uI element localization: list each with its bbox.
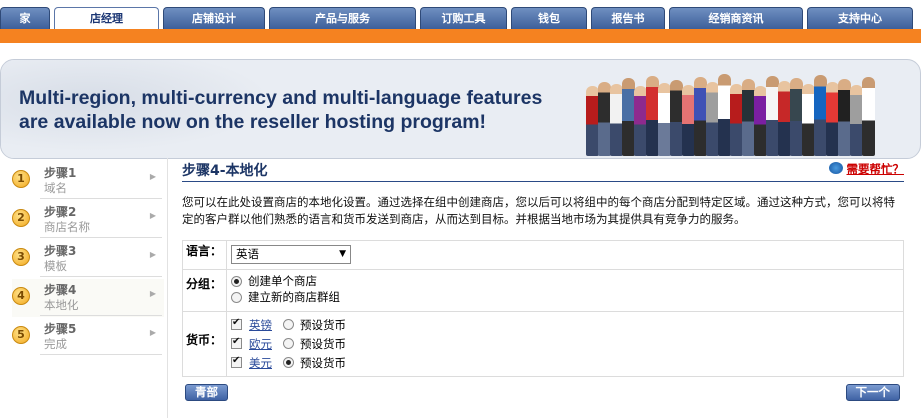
dropdown-arrow-icon: ▼ xyxy=(339,249,346,259)
tab-ordering-tools[interactable]: 订购工具 xyxy=(420,7,507,29)
tab-products-services[interactable]: 产品与服务 xyxy=(269,7,416,29)
currency-label: 货币： xyxy=(183,312,227,376)
language-field: 英语 ▼ xyxy=(227,241,903,269)
language-select-value: 英语 xyxy=(236,247,259,261)
step-number-badge: 4 xyxy=(12,287,30,305)
step-item-1[interactable]: 1 步骤1 域名 ▶ xyxy=(12,162,164,200)
banner-line-1: Multi-region, multi-currency and multi-l… xyxy=(19,87,543,109)
language-select[interactable]: 英语 ▼ xyxy=(231,245,351,264)
step-subtitle: 商店名称 xyxy=(44,220,90,234)
currency-checkbox[interactable] xyxy=(231,336,242,349)
tab-wallet[interactable]: 钱包 xyxy=(511,7,587,29)
step-subtitle: 域名 xyxy=(44,181,67,195)
tab-store-design[interactable]: 店铺设计 xyxy=(163,7,265,29)
default-currency-label: 预设货币 xyxy=(300,336,346,351)
tab-support-center[interactable]: 支持中心 xyxy=(807,7,913,29)
step-number-badge: 3 xyxy=(12,248,30,266)
currency-checkbox[interactable] xyxy=(231,317,242,330)
back-button[interactable]: 青部 xyxy=(185,384,228,401)
divider xyxy=(40,276,162,277)
group-option-new[interactable]: 建立新的商店群组 xyxy=(231,289,899,305)
tab-home[interactable]: 家 xyxy=(0,7,50,29)
step-item-5[interactable]: 5 步骤5 完成 ▶ xyxy=(12,318,164,356)
chevron-right-icon: ▶ xyxy=(149,289,156,298)
default-currency-radio[interactable] xyxy=(283,319,294,330)
currency-link[interactable]: 美元 xyxy=(249,355,283,371)
banner-text: Multi-region, multi-currency and multi-l… xyxy=(19,86,542,134)
step-title: 步骤1 xyxy=(44,166,77,180)
divider xyxy=(40,354,162,355)
tab-store-manager[interactable]: 店经理 xyxy=(54,7,159,30)
group-field: 创建单个商店 建立新的商店群组 xyxy=(227,270,903,311)
step-number-badge: 1 xyxy=(12,170,30,188)
step-item-4[interactable]: 4 步骤4 本地化 ▶ xyxy=(12,279,164,317)
title-divider xyxy=(182,181,904,182)
accent-bar xyxy=(0,29,921,43)
radio-button[interactable] xyxy=(231,275,242,287)
promo-banner: Multi-region, multi-currency and multi-l… xyxy=(0,59,921,159)
tab-strip: 家 店经理 店铺设计 产品与服务 订购工具 钱包 报告书 经销商资讯 支持中心 xyxy=(0,7,917,30)
default-currency-radio[interactable] xyxy=(283,338,294,349)
step-title: 步骤3 xyxy=(44,244,77,258)
chevron-right-icon: ▶ xyxy=(149,172,156,181)
group-option-label: 创建单个商店 xyxy=(248,274,317,288)
currency-checkbox[interactable] xyxy=(231,355,242,368)
currency-link[interactable]: 英镑 xyxy=(249,317,283,333)
currency-row: 货币： 英镑 预设货币 欧元 预设货币 xyxy=(183,312,903,376)
help-globe-icon xyxy=(828,162,843,174)
divider xyxy=(40,237,162,238)
group-option-single[interactable]: 创建单个商店 xyxy=(231,273,899,289)
currency-field: 英镑 预设货币 欧元 预设货币 美元 预设货币 xyxy=(227,312,903,376)
divider xyxy=(40,315,162,316)
page: 家 店经理 店铺设计 产品与服务 订购工具 钱包 报告书 经销商资讯 支持中心 … xyxy=(0,0,921,418)
help-link-label: 需要帮忙？ xyxy=(846,162,905,176)
step-title: 步骤4 xyxy=(44,283,77,297)
group-row: 分组： 创建单个商店 建立新的商店群组 xyxy=(183,270,903,312)
people-photo xyxy=(586,66,911,156)
tab-reports[interactable]: 报告书 xyxy=(591,7,665,29)
step-title: 步骤5 xyxy=(44,322,77,336)
language-label: 语言： xyxy=(183,241,227,269)
default-currency-label: 预设货币 xyxy=(300,317,346,332)
currency-link[interactable]: 欧元 xyxy=(249,336,283,352)
localization-form: 语言： 英语 ▼ 分组： 创建单个商店 建立新的商店群组 货币： ✔ 英镑 预设… xyxy=(182,240,904,377)
step-subtitle: 本地化 xyxy=(44,298,79,312)
tab-reseller-info[interactable]: 经销商资讯 xyxy=(669,7,803,29)
chevron-right-icon: ▶ xyxy=(149,211,156,220)
currency-item-gbp: 英镑 预设货币 xyxy=(231,315,899,334)
group-label: 分组： xyxy=(183,270,227,311)
help-link[interactable]: 需要帮忙？ xyxy=(828,161,905,177)
step-list: 1 步骤1 域名 ▶ 2 步骤2 商店名称 ▶ 3 步骤3 模板 ▶ 4 步骤4… xyxy=(0,158,168,418)
next-button[interactable]: 下一个 xyxy=(845,384,900,401)
group-option-label: 建立新的商店群组 xyxy=(248,290,340,304)
language-row: 语言： 英语 ▼ xyxy=(183,241,903,270)
step-number-badge: 2 xyxy=(12,209,30,227)
currency-item-usd: 美元 预设货币 xyxy=(231,353,899,372)
step-subtitle: 模板 xyxy=(44,259,67,273)
step-number-badge: 5 xyxy=(12,326,30,344)
step-subtitle: 完成 xyxy=(44,337,67,351)
step-item-2[interactable]: 2 步骤2 商店名称 ▶ xyxy=(12,201,164,239)
radio-button[interactable] xyxy=(231,291,242,303)
chevron-right-icon: ▶ xyxy=(149,328,156,337)
default-currency-radio[interactable] xyxy=(283,357,294,368)
banner-line-2: are available now on the reseller hostin… xyxy=(19,111,487,133)
divider xyxy=(40,198,162,199)
step-item-3[interactable]: 3 步骤3 模板 ▶ xyxy=(12,240,164,278)
currency-item-eur: 欧元 预设货币 xyxy=(231,334,899,353)
default-currency-label: 预设货币 xyxy=(300,355,346,370)
description-text: 您可以在此处设置商店的本地化设置。通过选择在组中创建商店，您以后可以将组中的每个… xyxy=(182,195,895,226)
top-nav: 家 店经理 店铺设计 产品与服务 订购工具 钱包 报告书 经销商资讯 支持中心 xyxy=(0,0,921,30)
step-title: 步骤2 xyxy=(44,205,77,219)
page-title: 步骤4-本地化 xyxy=(182,163,268,179)
chevron-right-icon: ▶ xyxy=(149,250,156,259)
